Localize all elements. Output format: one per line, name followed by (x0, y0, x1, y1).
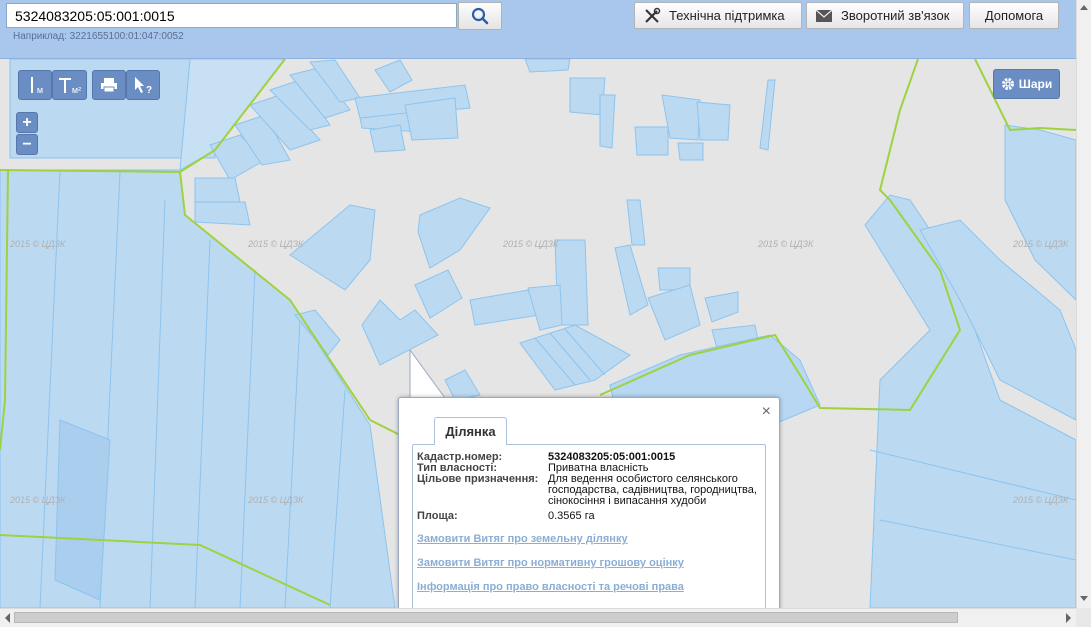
cadastral-search-input[interactable]: 5324083205:05:001:0015 (6, 3, 457, 28)
watermark: 2015 © ЦДЗК (757, 239, 814, 249)
tab-parcel[interactable]: Ділянка (434, 417, 507, 445)
watermark: 2015 © ЦДЗК (9, 495, 66, 505)
close-icon[interactable]: × (762, 403, 771, 421)
popup-pointer (405, 350, 455, 400)
search-button[interactable] (458, 2, 502, 30)
parcel-info-panel: Кадастр.номер: 5324083205:05:001:0015 Ти… (412, 444, 766, 621)
measure-area-label: м² (71, 85, 82, 95)
search-example-hint: Наприклад: 3221655100:01:047:0052 (13, 31, 184, 42)
feedback-label: Зворотний зв'язок (841, 8, 950, 23)
gear-icon (1001, 78, 1014, 90)
parcel-info-popup: × Ділянка Кадастр.номер: 5324083205:05:0… (398, 397, 780, 621)
scroll-down-icon (1080, 596, 1088, 601)
scroll-thumb[interactable] (14, 612, 958, 623)
link-ownership-info[interactable]: Інформація про право власності та речові… (417, 581, 684, 593)
print-button[interactable] (92, 70, 126, 100)
help-button[interactable]: Допомога (969, 2, 1059, 29)
identify-button[interactable]: ? (126, 70, 160, 100)
watermark: 2015 © ЦДЗК (9, 239, 66, 249)
watermark: 2015 © ЦДЗК (1012, 495, 1069, 505)
measure-area-button[interactable]: м² (52, 70, 87, 100)
cursor-question-icon: ? (135, 77, 152, 94)
watermark: 2015 © ЦДЗК (247, 495, 304, 505)
layers-label: Шари (1018, 77, 1053, 91)
search-icon (471, 7, 489, 25)
measure-length-label: м (36, 85, 44, 95)
scroll-right-icon (1066, 613, 1071, 623)
watermark: 2015 © ЦДЗК (502, 239, 559, 249)
tech-support-label: Технічна підтримка (669, 8, 785, 23)
tools-icon (643, 7, 661, 25)
area-ruler-icon (58, 78, 71, 93)
help-label: Допомога (984, 8, 1044, 23)
watermark: 2015 © ЦДЗК (1012, 239, 1069, 249)
envelope-icon (815, 9, 833, 23)
link-order-valuation-extract[interactable]: Замовити Витяг про нормативну грошову оц… (417, 557, 684, 569)
printer-icon (101, 78, 117, 93)
field-label: Площа: (417, 510, 458, 522)
watermark: 2015 © ЦДЗК (247, 239, 304, 249)
feedback-button[interactable]: Зворотний зв'язок (806, 2, 964, 29)
field-value: Для ведення особистого селянського госпо… (548, 473, 757, 507)
zoom-in-button[interactable]: + (16, 112, 38, 133)
svg-text:?: ? (146, 85, 152, 94)
scrollbar-corner (1076, 608, 1091, 627)
horizontal-scrollbar[interactable] (0, 608, 1076, 627)
zoom-out-button[interactable]: − (16, 134, 38, 155)
layers-button[interactable]: Шари (993, 69, 1060, 99)
top-bar: 5324083205:05:001:0015 Наприклад: 322165… (0, 0, 1076, 59)
scroll-up-icon (1080, 5, 1088, 10)
ruler-icon (30, 77, 33, 93)
vertical-scrollbar[interactable] (1076, 0, 1091, 608)
scroll-left-icon (5, 613, 10, 623)
field-value: 0.3565 га (548, 510, 595, 522)
field-label: Цільове призначення: (417, 473, 539, 485)
tech-support-button[interactable]: Технічна підтримка (634, 2, 802, 29)
link-order-land-extract[interactable]: Замовити Витяг про земельну ділянку (417, 533, 628, 545)
measure-length-button[interactable]: м (18, 70, 52, 100)
